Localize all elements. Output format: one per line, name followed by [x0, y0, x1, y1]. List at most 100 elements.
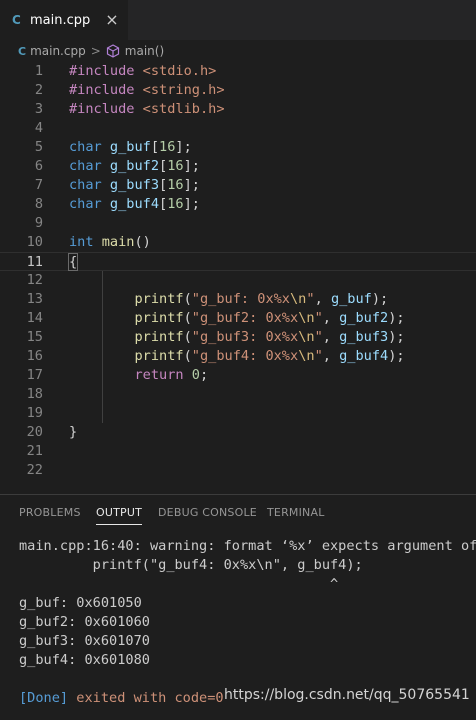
code-line[interactable]: 20}	[0, 423, 476, 442]
code-token: g_buf4	[109, 196, 160, 212]
code-line[interactable]: 5 char g_buf[16];	[0, 138, 476, 157]
code-token: ()	[134, 234, 151, 250]
code-token: g_buf3	[339, 329, 389, 345]
line-number: 18	[26, 386, 43, 402]
line-number: 5	[34, 139, 43, 155]
code-text: printf("g_buf3: 0x%x\n", g_buf3);	[69, 328, 404, 347]
code-text: }	[69, 423, 77, 442]
exit-text: exited with code=0	[68, 690, 224, 706]
code-line[interactable]: 10 int main()	[0, 233, 476, 252]
code-token: (	[183, 329, 192, 345]
line-number: 20	[26, 424, 43, 440]
code-line[interactable]: 3 #include <stdlib.h>	[0, 100, 476, 119]
code-token: <stdio.h>	[142, 63, 217, 79]
code-line[interactable]: 1 #include <stdio.h>	[0, 62, 476, 81]
code-line[interactable]: 6 char g_buf2[16];	[0, 157, 476, 176]
chevron-right-icon: >	[90, 44, 101, 58]
bottom-panel: PROBLEMS OUTPUT DEBUG CONSOLE TERMINAL main…	[0, 494, 476, 720]
code-token: );	[388, 310, 405, 326]
code-token: \n	[298, 310, 315, 326]
code-line[interactable]: 15 printf("g_buf3: 0x%x\n", g_buf3);	[0, 328, 476, 347]
code-token: );	[388, 348, 405, 364]
code-line[interactable]: 7 char g_buf3[16];	[0, 176, 476, 195]
code-line[interactable]: 4	[0, 119, 476, 138]
panel-tab-bar: PROBLEMS OUTPUT DEBUG CONSOLE TERMINAL	[0, 495, 476, 529]
code-token: g_buf3	[109, 177, 160, 193]
line-number: 11	[26, 254, 43, 270]
code-text: #include <string.h>	[69, 81, 225, 100]
code-token: ,	[314, 291, 331, 307]
code-line[interactable]: 13 printf("g_buf: 0x%x\n", g_buf);	[0, 290, 476, 309]
code-token: g_buf	[109, 139, 151, 155]
code-text: char g_buf4[16];	[69, 195, 200, 214]
breadcrumb: C main.cpp > main()	[0, 40, 476, 62]
code-token: ,	[322, 310, 340, 326]
code-token: [	[159, 196, 168, 212]
tab-terminal[interactable]: TERMINAL	[267, 506, 325, 519]
line-number: 15	[26, 329, 43, 345]
code-token: printf	[134, 291, 184, 307]
code-text: char g_buf3[16];	[69, 176, 200, 195]
code-token: \n	[290, 291, 307, 307]
code-token: (	[183, 291, 192, 307]
tab-debug-console[interactable]: DEBUG CONSOLE	[158, 506, 257, 519]
code-token: [	[159, 177, 168, 193]
code-token: g_buf2	[339, 310, 389, 326]
line-number: 19	[26, 405, 43, 421]
code-text: #include <stdio.h>	[69, 62, 216, 81]
code-line[interactable]: 11 {	[0, 252, 476, 271]
code-line[interactable]: 9	[0, 214, 476, 233]
code-line[interactable]: 14 printf("g_buf2: 0x%x\n", g_buf2);	[0, 309, 476, 328]
code-token: "g_buf4: 0x%x	[191, 348, 299, 364]
code-token: printf	[134, 310, 184, 326]
code-token: main	[101, 234, 135, 250]
output-result: g_buf3: 0x601070	[19, 633, 150, 649]
code-token: 0	[191, 367, 200, 383]
breadcrumb-symbol[interactable]: main()	[125, 44, 164, 58]
code-text: int main()	[69, 233, 151, 252]
code-token: "g_buf3: 0x%x	[191, 329, 299, 345]
code-token: 16	[167, 177, 184, 193]
code-token: ];	[183, 196, 200, 212]
code-line[interactable]: 17 return 0;	[0, 366, 476, 385]
code-token: 16	[167, 196, 184, 212]
code-token: ,	[322, 348, 340, 364]
code-line[interactable]: 16 printf("g_buf4: 0x%x\n", g_buf4);	[0, 347, 476, 366]
code-token: printf	[134, 348, 184, 364]
code-token: "	[314, 310, 323, 326]
watermark: https://blog.csdn.net/qq_50765541	[224, 687, 470, 703]
line-number: 14	[26, 310, 43, 326]
tab-problems[interactable]: PROBLEMS	[19, 506, 81, 519]
code-line[interactable]: 21	[0, 442, 476, 461]
close-icon[interactable]: ×	[104, 12, 120, 28]
output-pane[interactable]: main.cpp:16:40: warning: format ‘%x’ exp…	[0, 529, 476, 720]
code-token: g_buf2	[109, 158, 160, 174]
code-token: [	[150, 139, 160, 155]
breadcrumb-file[interactable]: main.cpp	[30, 44, 86, 58]
code-line[interactable]: 19	[0, 404, 476, 423]
code-token: char	[69, 158, 110, 174]
tab-main-cpp[interactable]: C main.cpp ×	[0, 0, 128, 40]
code-line[interactable]: 8 char g_buf4[16];	[0, 195, 476, 214]
code-token: "	[314, 329, 323, 345]
code-token: int	[69, 234, 102, 250]
line-number: 3	[34, 101, 43, 117]
code-token: "g_buf2: 0x%x	[191, 310, 299, 326]
code-line[interactable]: 2 #include <string.h>	[0, 81, 476, 100]
code-line[interactable]: 22	[0, 461, 476, 480]
output-result: g_buf4: 0x601080	[19, 652, 150, 668]
output-result: g_buf2: 0x601060	[19, 614, 150, 630]
code-token: ];	[183, 158, 200, 174]
output-caret: ^	[19, 576, 339, 592]
code-editor[interactable]: 1 #include <stdio.h> 2 #include <string.h> 3…	[0, 62, 476, 480]
tab-output[interactable]: OUTPUT	[96, 506, 143, 525]
code-line[interactable]: 12	[0, 271, 476, 290]
code-token: ];	[183, 177, 200, 193]
code-line[interactable]: 18	[0, 385, 476, 404]
code-token: \n	[298, 329, 315, 345]
output-source: printf("g_buf4: 0x%x\n", g_buf4);	[19, 557, 363, 573]
